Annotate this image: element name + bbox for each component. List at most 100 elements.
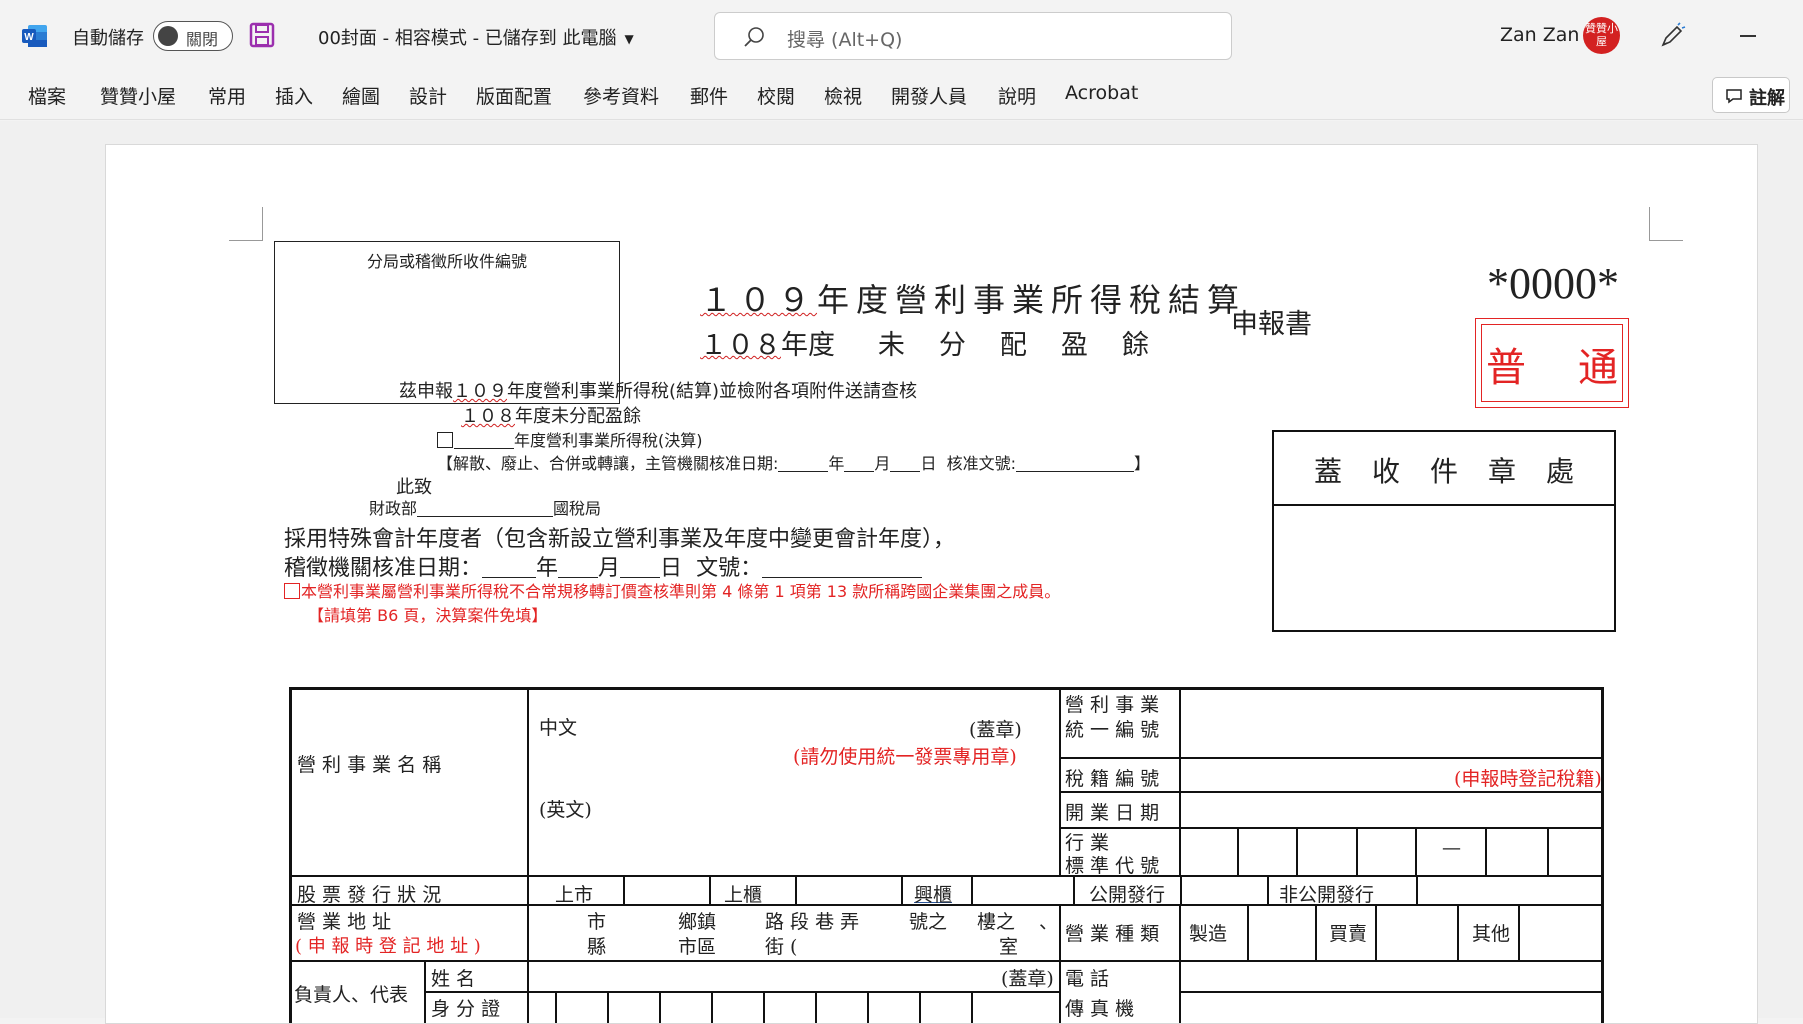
- search-input[interactable]: 搜尋 (Alt+Q): [714, 12, 1232, 60]
- stock-status-label: 股 票 發 行 狀 況: [297, 884, 442, 906]
- special-day-blank[interactable]: [620, 556, 661, 578]
- normal-stamp-inner: 普 通: [1481, 324, 1623, 402]
- address-label-1: 營 業 地 址: [297, 911, 392, 933]
- tab-home[interactable]: 常用: [208, 82, 246, 109]
- stock-line-6: [1073, 875, 1075, 904]
- stock-option-private[interactable]: 非公開發行: [1279, 880, 1374, 907]
- phone-label: 電 話: [1065, 968, 1110, 990]
- col-line-rep: [424, 960, 426, 1023]
- rep-name-field[interactable]: [528, 961, 998, 991]
- biz-option-trading[interactable]: 買賣: [1329, 919, 1367, 946]
- multinational-group-checkbox[interactable]: [284, 583, 300, 599]
- tab-review[interactable]: 校閱: [757, 82, 795, 109]
- rep-name-label: 姓 名: [431, 968, 476, 990]
- margin-mark-top-right: [1649, 207, 1683, 241]
- business-type-label: 營 業 種 類: [1065, 923, 1160, 945]
- id-box-line-4: [711, 991, 713, 1023]
- tab-acrobat[interactable]: Acrobat: [1065, 82, 1138, 104]
- title-line-1-text: 年度營利事業所得稅結算: [817, 281, 1247, 319]
- phone-field[interactable]: [1181, 961, 1601, 991]
- representative-label: 負責人、代表: [294, 984, 409, 1006]
- id-box-line-5: [763, 991, 765, 1023]
- tab-file[interactable]: 檔案: [28, 82, 66, 109]
- row-line-fax: [1179, 991, 1604, 993]
- stock-option-listed[interactable]: 上市: [555, 880, 593, 907]
- code-box-line-2: [1296, 827, 1298, 875]
- title-side: 申報書: [1231, 309, 1312, 340]
- tab-view[interactable]: 檢視: [824, 82, 862, 109]
- uniform-no-field[interactable]: [1181, 690, 1601, 757]
- declaration-line-1: 茲申報１０９年度營利事業所得稅(結算)並檢附各項附件送請查核: [399, 377, 917, 403]
- tab-references[interactable]: 參考資料: [583, 82, 659, 109]
- declaration-4a: 【解散、廢止、合併或轉讓，主管機關核准日期:: [437, 454, 779, 473]
- special-ref-blank[interactable]: [762, 556, 923, 578]
- stock-line-5: [971, 875, 973, 904]
- declaration-line-6: 財政部 國稅局: [369, 495, 601, 519]
- stamp-char-right: 通: [1578, 345, 1618, 391]
- document-title[interactable]: 00封面 - 相容模式 - 已儲存到 此電腦 ▼: [318, 24, 634, 50]
- comments-button[interactable]: 註解: [1712, 77, 1790, 113]
- biz-line-2: [1315, 904, 1317, 960]
- title-year-2: １０８: [700, 330, 781, 361]
- approval-month-blank[interactable]: [844, 454, 875, 472]
- tab-zanzan[interactable]: 贊贊小屋: [100, 82, 176, 109]
- tab-layout[interactable]: 版面配置: [476, 82, 552, 109]
- uniform-no-label-2: 統 一 編 號: [1065, 719, 1160, 741]
- document-canvas[interactable]: 分局或稽徵所收件編號 １０９年度營利事業所得稅結算 １０８年度 未分配盈餘 申報…: [0, 121, 1803, 1024]
- tab-insert[interactable]: 插入: [275, 82, 313, 109]
- fax-label: 傳 真 機: [1065, 998, 1135, 1020]
- tax-reg-label: 稅 籍 編 號: [1065, 768, 1160, 790]
- approval-day-blank[interactable]: [890, 454, 921, 472]
- user-name[interactable]: Zan Zan: [1500, 24, 1579, 46]
- company-name-field[interactable]: [528, 687, 1059, 875]
- declaration-4-day: 日: [920, 454, 937, 473]
- biz-option-manufacturing[interactable]: 製造: [1189, 919, 1227, 946]
- tax-bureau-blank[interactable]: [417, 499, 554, 517]
- approval-ref-blank[interactable]: [1016, 454, 1135, 472]
- normal-stamp: 普 通: [1475, 318, 1629, 408]
- tab-developer[interactable]: 開發人員: [891, 82, 967, 109]
- autosave-toggle[interactable]: 關閉: [153, 21, 233, 51]
- stock-option-otc[interactable]: 上櫃: [724, 880, 762, 907]
- title-line-2-b: 未分配盈餘: [877, 330, 1183, 361]
- address-field[interactable]: [528, 905, 1059, 960]
- final-year-blank[interactable]: [454, 431, 514, 449]
- id-box-line-2: [607, 991, 609, 1023]
- avatar[interactable]: 贊贊小屋: [1583, 17, 1620, 54]
- row-line-stock: [289, 875, 1604, 877]
- special-year-blank[interactable]: [482, 556, 537, 578]
- special-month-blank[interactable]: [558, 556, 599, 578]
- save-icon[interactable]: [249, 22, 275, 48]
- tab-mailings[interactable]: 郵件: [690, 82, 728, 109]
- comment-icon: [1726, 89, 1742, 104]
- declaration-line-2: １０８年度未分配盈餘: [461, 402, 641, 428]
- stock-line-8: [1267, 875, 1269, 904]
- word-app-icon[interactable]: W: [22, 24, 48, 48]
- declaration-line-4: 【解散、廢止、合併或轉讓，主管機關核准日期: 年 月 日 核准文號: 】: [437, 450, 1150, 474]
- stock-option-emerging[interactable]: 興櫃: [914, 880, 952, 907]
- stock-line-9: [1416, 875, 1418, 904]
- approval-year-blank[interactable]: [778, 454, 829, 472]
- minimize-button[interactable]: [1728, 16, 1768, 56]
- stock-option-public[interactable]: 公開發行: [1089, 880, 1165, 907]
- biz-option-other[interactable]: 其他: [1472, 919, 1510, 946]
- pen-icon[interactable]: [1658, 22, 1686, 50]
- declaration-4-year: 年: [828, 454, 845, 473]
- document-page[interactable]: 分局或稽徵所收件編號 １０９年度營利事業所得稅結算 １０８年度 未分配盈餘 申報…: [105, 144, 1758, 1024]
- title-line-2: １０８年度 未分配盈餘: [700, 323, 1183, 362]
- row-line-r1: [1059, 757, 1604, 759]
- stock-line-7: [1180, 875, 1182, 904]
- uniform-no-label-1: 營 利 事 業: [1065, 694, 1160, 716]
- address-label-2: ( 申 報 時 登 記 地 址 ): [295, 936, 481, 957]
- title-line-1: １０９年度營利事業所得稅結算: [700, 275, 1246, 321]
- tab-draw[interactable]: 繪圖: [342, 82, 380, 109]
- special-fiscal-year-line-1: 採用特殊會計年度者（包含新設立營利事業及年度中變更會計年度），: [284, 527, 956, 552]
- margin-mark-top-left: [229, 207, 263, 241]
- code-box-line-3: [1356, 827, 1358, 875]
- declaration-1-year: １０９: [453, 381, 507, 402]
- tax-reg-note: (申報時登記稅籍): [1454, 768, 1602, 790]
- tab-design[interactable]: 設計: [409, 82, 447, 109]
- tab-help[interactable]: 說明: [998, 82, 1036, 109]
- final-return-checkbox[interactable]: [437, 432, 453, 448]
- open-date-field[interactable]: [1181, 792, 1601, 827]
